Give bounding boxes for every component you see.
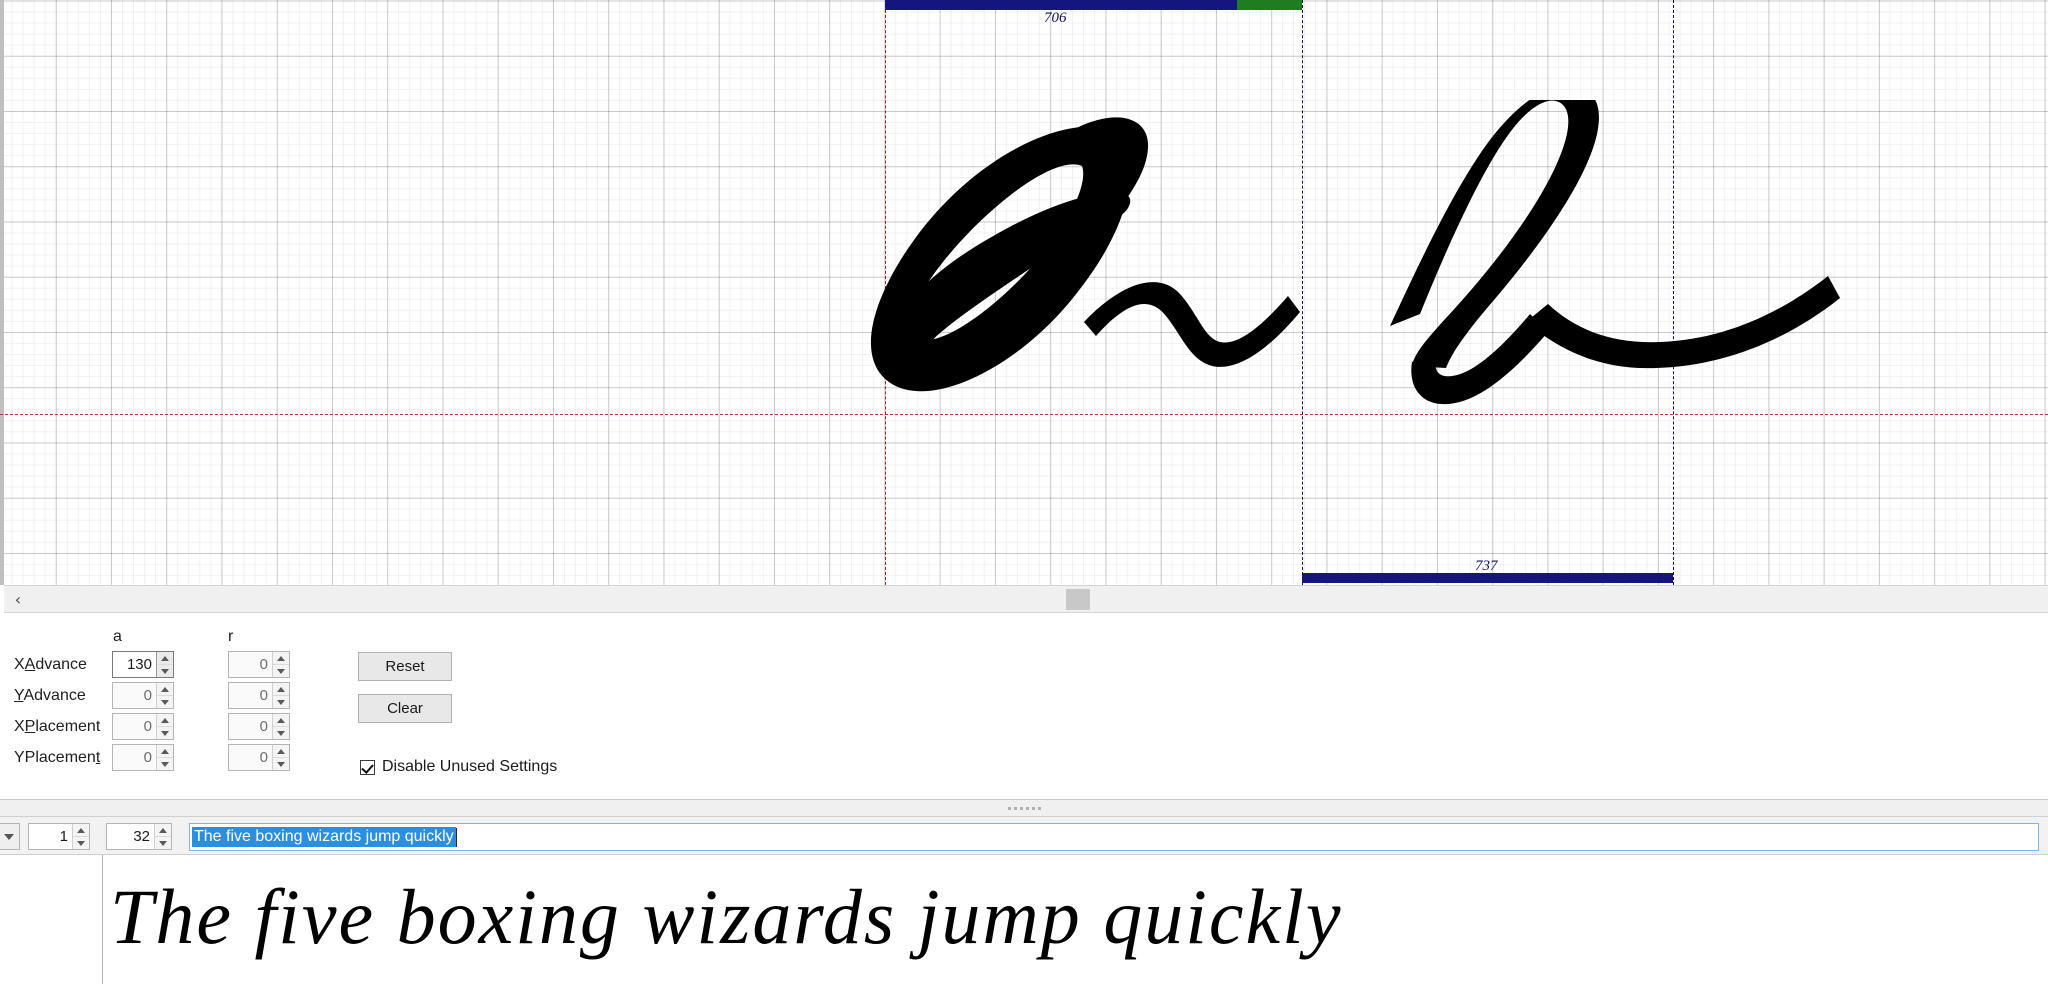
row-label-xplacement: XPlacement [14, 718, 101, 735]
font-size-step-up[interactable] [155, 824, 171, 837]
xplacement-r-step-up[interactable] [273, 714, 289, 727]
yplacement-r-spinner[interactable]: 0 [228, 744, 290, 771]
xadvance-a-step-down[interactable] [157, 665, 173, 677]
advance-guide-a [1302, 0, 1303, 585]
index-stepper[interactable] [72, 824, 89, 849]
metrics-editor-window: 706 737 ‹ a r XAdvance 130 0 YAdvance 0 … [0, 0, 2048, 984]
yplacement-a-spinner[interactable]: 0 [112, 744, 174, 771]
column-header-a: a [113, 628, 122, 645]
row-label-yadvance: YAdvance [14, 687, 86, 704]
xadvance-r-spinner[interactable]: 0 [228, 651, 290, 678]
yplacement-a-step-up[interactable] [157, 745, 173, 758]
xplacement-a-value: 0 [143, 718, 152, 735]
text-caret [455, 827, 457, 847]
font-size-spinner-value: 32 [133, 828, 150, 845]
index-step-up[interactable] [73, 824, 89, 837]
xplacement-a-spinner[interactable]: 0 [112, 713, 174, 740]
yplacement-r-step-down[interactable] [273, 758, 289, 770]
left-origin-guide [885, 0, 886, 585]
index-spinner-value: 1 [59, 828, 68, 845]
glyph-outline-ar [860, 85, 1870, 430]
row-label-xadvance: XAdvance [14, 656, 87, 673]
clear-button[interactable]: Clear [358, 694, 452, 723]
advance-label-r: 737 [1475, 558, 1498, 574]
canvas-horizontal-scrollbar[interactable]: ‹ [4, 585, 2048, 613]
yadvance-a-value: 0 [143, 687, 152, 704]
advance-guide-r [1673, 0, 1674, 585]
advance-label-a: 706 [1044, 10, 1067, 26]
xadvance-a-value: 130 [126, 656, 152, 673]
xadvance-r-value: 0 [259, 656, 268, 673]
index-spinner[interactable]: 1 [28, 823, 90, 850]
scrollbar-thumb[interactable] [1066, 589, 1090, 610]
xplacement-a-step-up[interactable] [157, 714, 173, 727]
xplacement-r-stepper[interactable] [272, 714, 289, 739]
chevron-down-icon [4, 833, 14, 840]
preview-rendered-text: The five boxing wizards jump quickly [110, 873, 1342, 960]
font-size-step-down[interactable] [155, 837, 171, 849]
yplacement-r-value: 0 [259, 749, 268, 766]
script-combo-box[interactable] [0, 823, 20, 850]
font-size-spinner[interactable]: 32 [106, 823, 172, 850]
yadvance-r-step-up[interactable] [273, 683, 289, 696]
xadvance-a-spinner[interactable]: 130 [112, 651, 174, 678]
yadvance-r-value: 0 [259, 687, 268, 704]
yadvance-r-step-down[interactable] [273, 696, 289, 708]
xadvance-r-step-down[interactable] [273, 665, 289, 677]
xadvance-r-step-up[interactable] [273, 652, 289, 665]
xadvance-a-step-up[interactable] [157, 652, 173, 665]
advance-bar-a[interactable] [885, 0, 1237, 10]
splitter-grip-icon [1007, 806, 1041, 810]
index-step-down[interactable] [73, 837, 89, 849]
disable-unused-settings-label: Disable Unused Settings [382, 758, 558, 775]
column-header-r: r [228, 628, 234, 645]
yadvance-a-spinner[interactable]: 0 [112, 682, 174, 709]
yadvance-a-step-down[interactable] [157, 696, 173, 708]
sample-text-input[interactable]: The five boxing wizards jump quickly [189, 823, 2039, 851]
yadvance-r-spinner[interactable]: 0 [228, 682, 290, 709]
sample-text-toolbar: 1 32 The five boxing wizards jump quickl… [0, 816, 2048, 854]
glyph-canvas[interactable]: 706 737 [0, 0, 2048, 585]
xplacement-a-step-down[interactable] [157, 727, 173, 739]
metrics-panel: a r XAdvance 130 0 YAdvance 0 0 XPlaceme… [0, 613, 2048, 800]
xplacement-r-value: 0 [259, 718, 268, 735]
checkbox-check-icon[interactable] [360, 759, 375, 775]
panel-splitter[interactable] [0, 800, 2048, 816]
font-size-stepper[interactable] [154, 824, 171, 849]
yplacement-r-stepper[interactable] [272, 745, 289, 770]
xplacement-r-step-down[interactable] [273, 727, 289, 739]
xplacement-a-stepper[interactable] [156, 714, 173, 739]
yadvance-a-stepper[interactable] [156, 683, 173, 708]
yadvance-r-stepper[interactable] [272, 683, 289, 708]
sample-text-value: The five boxing wizards jump quickly [192, 827, 456, 847]
canvas-left-border [0, 0, 4, 585]
yplacement-a-value: 0 [143, 749, 152, 766]
preview-text-glyphs: The five boxing wizards jump quickly [110, 873, 1342, 960]
preview-gutter [0, 855, 103, 984]
row-label-yplacement: YPlacement [14, 749, 101, 766]
disable-unused-settings-checkbox[interactable]: Disable Unused Settings [360, 758, 557, 776]
xplacement-r-spinner[interactable]: 0 [228, 713, 290, 740]
kern-bar-a-r[interactable] [1237, 0, 1302, 10]
yplacement-a-stepper[interactable] [156, 745, 173, 770]
text-preview-pane[interactable]: The five boxing wizards jump quickly [0, 854, 2048, 984]
yplacement-a-step-down[interactable] [157, 758, 173, 770]
xadvance-a-stepper[interactable] [156, 652, 173, 677]
scroll-left-icon[interactable]: ‹ [4, 586, 32, 612]
yplacement-r-step-up[interactable] [273, 745, 289, 758]
xadvance-r-stepper[interactable] [272, 652, 289, 677]
baseline-guide [0, 414, 2048, 415]
yadvance-a-step-up[interactable] [157, 683, 173, 696]
preview-text-area[interactable]: The five boxing wizards jump quickly [104, 855, 2048, 984]
reset-button[interactable]: Reset [358, 652, 452, 681]
